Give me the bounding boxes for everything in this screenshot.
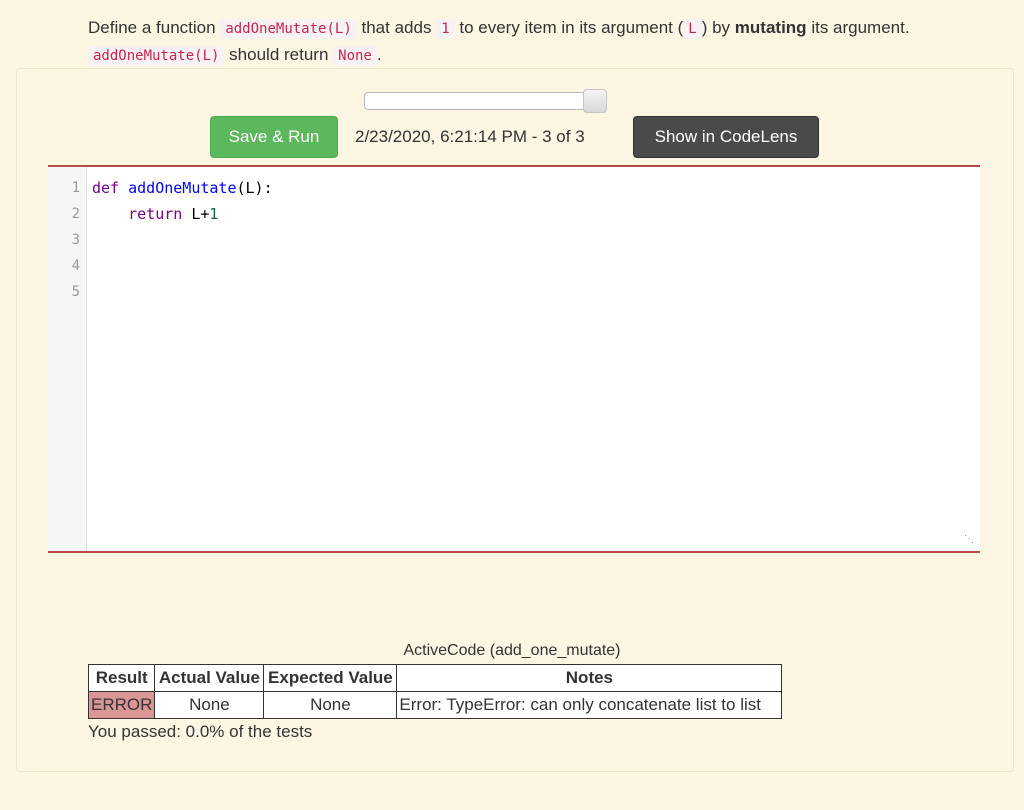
expected-value-cell: None: [264, 692, 397, 719]
table-row: ERROR None None Error: TypeError: can on…: [89, 692, 782, 719]
code-params: (L):: [237, 179, 273, 197]
save-and-run-button[interactable]: Save & Run: [210, 116, 338, 158]
code-indent: [92, 205, 128, 223]
question-prompt: Define a function addOneMutate(L) that a…: [88, 15, 938, 69]
prompt-text: that adds: [362, 18, 432, 37]
column-header-expected: Expected Value: [264, 665, 397, 692]
inline-code-arg: L: [683, 19, 701, 39]
line-number: 4: [50, 258, 80, 274]
inline-code-function: addOneMutate(L): [220, 19, 356, 39]
line-number: 3: [50, 232, 80, 248]
results-caption: ActiveCode (add_one_mutate): [0, 642, 1024, 660]
table-header-row: Result Actual Value Expected Value Notes: [89, 665, 782, 692]
prompt-text: .: [377, 45, 382, 64]
line-number: 2: [50, 206, 80, 222]
column-header-actual: Actual Value: [155, 665, 264, 692]
prompt-text: its argument.: [811, 18, 909, 37]
code-editor[interactable]: 1 2 3 4 5 def addOneMutate(L): return L+…: [48, 165, 980, 553]
prompt-text: ) by: [702, 18, 730, 37]
prompt-text: Define a function: [88, 18, 216, 37]
unit-test-results-table: Result Actual Value Expected Value Notes…: [88, 664, 782, 719]
show-in-codelens-button[interactable]: Show in CodeLens: [633, 116, 819, 158]
keyword-return: return: [128, 205, 182, 223]
result-cell: ERROR: [89, 692, 155, 719]
prompt-bold: mutating: [735, 18, 807, 37]
inline-code-none: None: [333, 46, 377, 66]
code-number: 1: [209, 205, 218, 223]
keyword-def: def: [92, 179, 119, 197]
history-slider[interactable]: [364, 92, 606, 110]
code-line-1[interactable]: def addOneMutate(L):: [92, 179, 273, 197]
line-number: 1: [50, 180, 80, 196]
run-timestamp: 2/23/2020, 6:21:14 PM - 3 of 3: [355, 127, 585, 147]
line-number-gutter: 1 2 3 4 5: [48, 167, 87, 551]
column-header-result: Result: [89, 665, 155, 692]
function-name: addOneMutate: [128, 179, 236, 197]
history-slider-handle[interactable]: [583, 89, 607, 113]
inline-code-function: addOneMutate(L): [88, 46, 224, 66]
prompt-text: should return: [229, 45, 328, 64]
resize-grip-icon[interactable]: ⋱: [964, 535, 974, 545]
code-line-2[interactable]: return L+1: [92, 205, 218, 223]
line-number: 5: [50, 284, 80, 300]
pass-summary: You passed: 0.0% of the tests: [88, 722, 312, 742]
prompt-text: to every item in its argument (: [459, 18, 683, 37]
column-header-notes: Notes: [397, 665, 782, 692]
actual-value-cell: None: [155, 692, 264, 719]
code-expression: L+: [182, 205, 209, 223]
notes-cell: Error: TypeError: can only concatenate l…: [397, 692, 782, 719]
inline-code-one: 1: [436, 19, 454, 39]
